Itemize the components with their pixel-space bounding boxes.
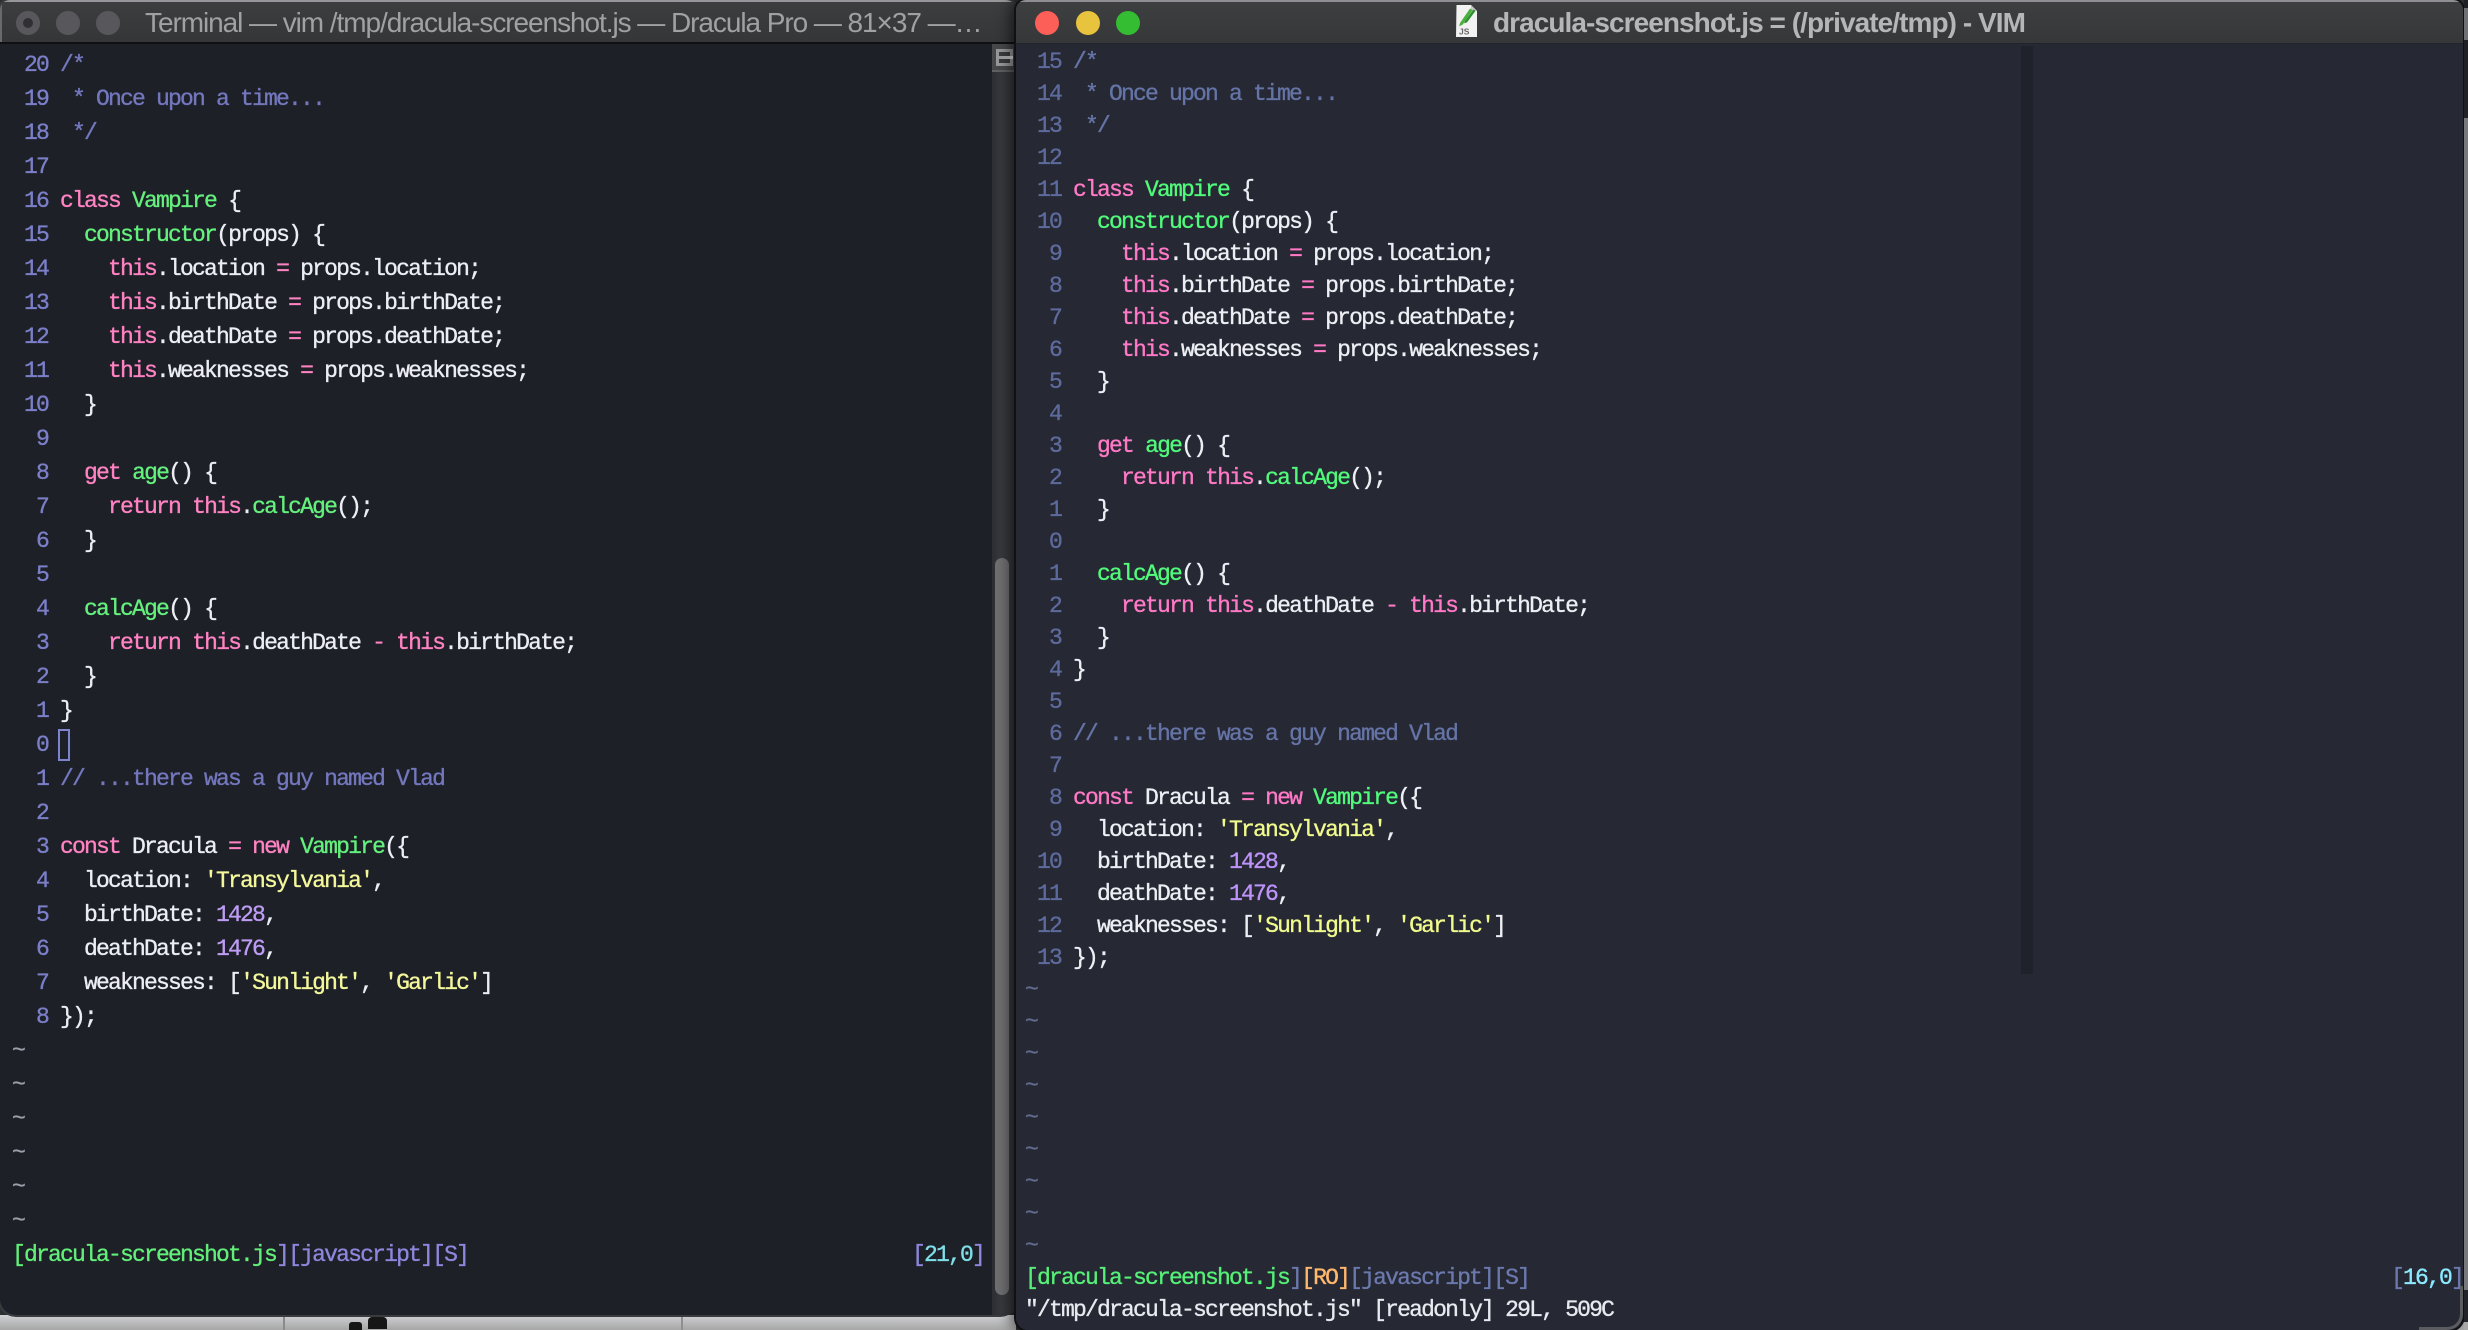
svg-text:JS: JS — [1459, 27, 1470, 37]
